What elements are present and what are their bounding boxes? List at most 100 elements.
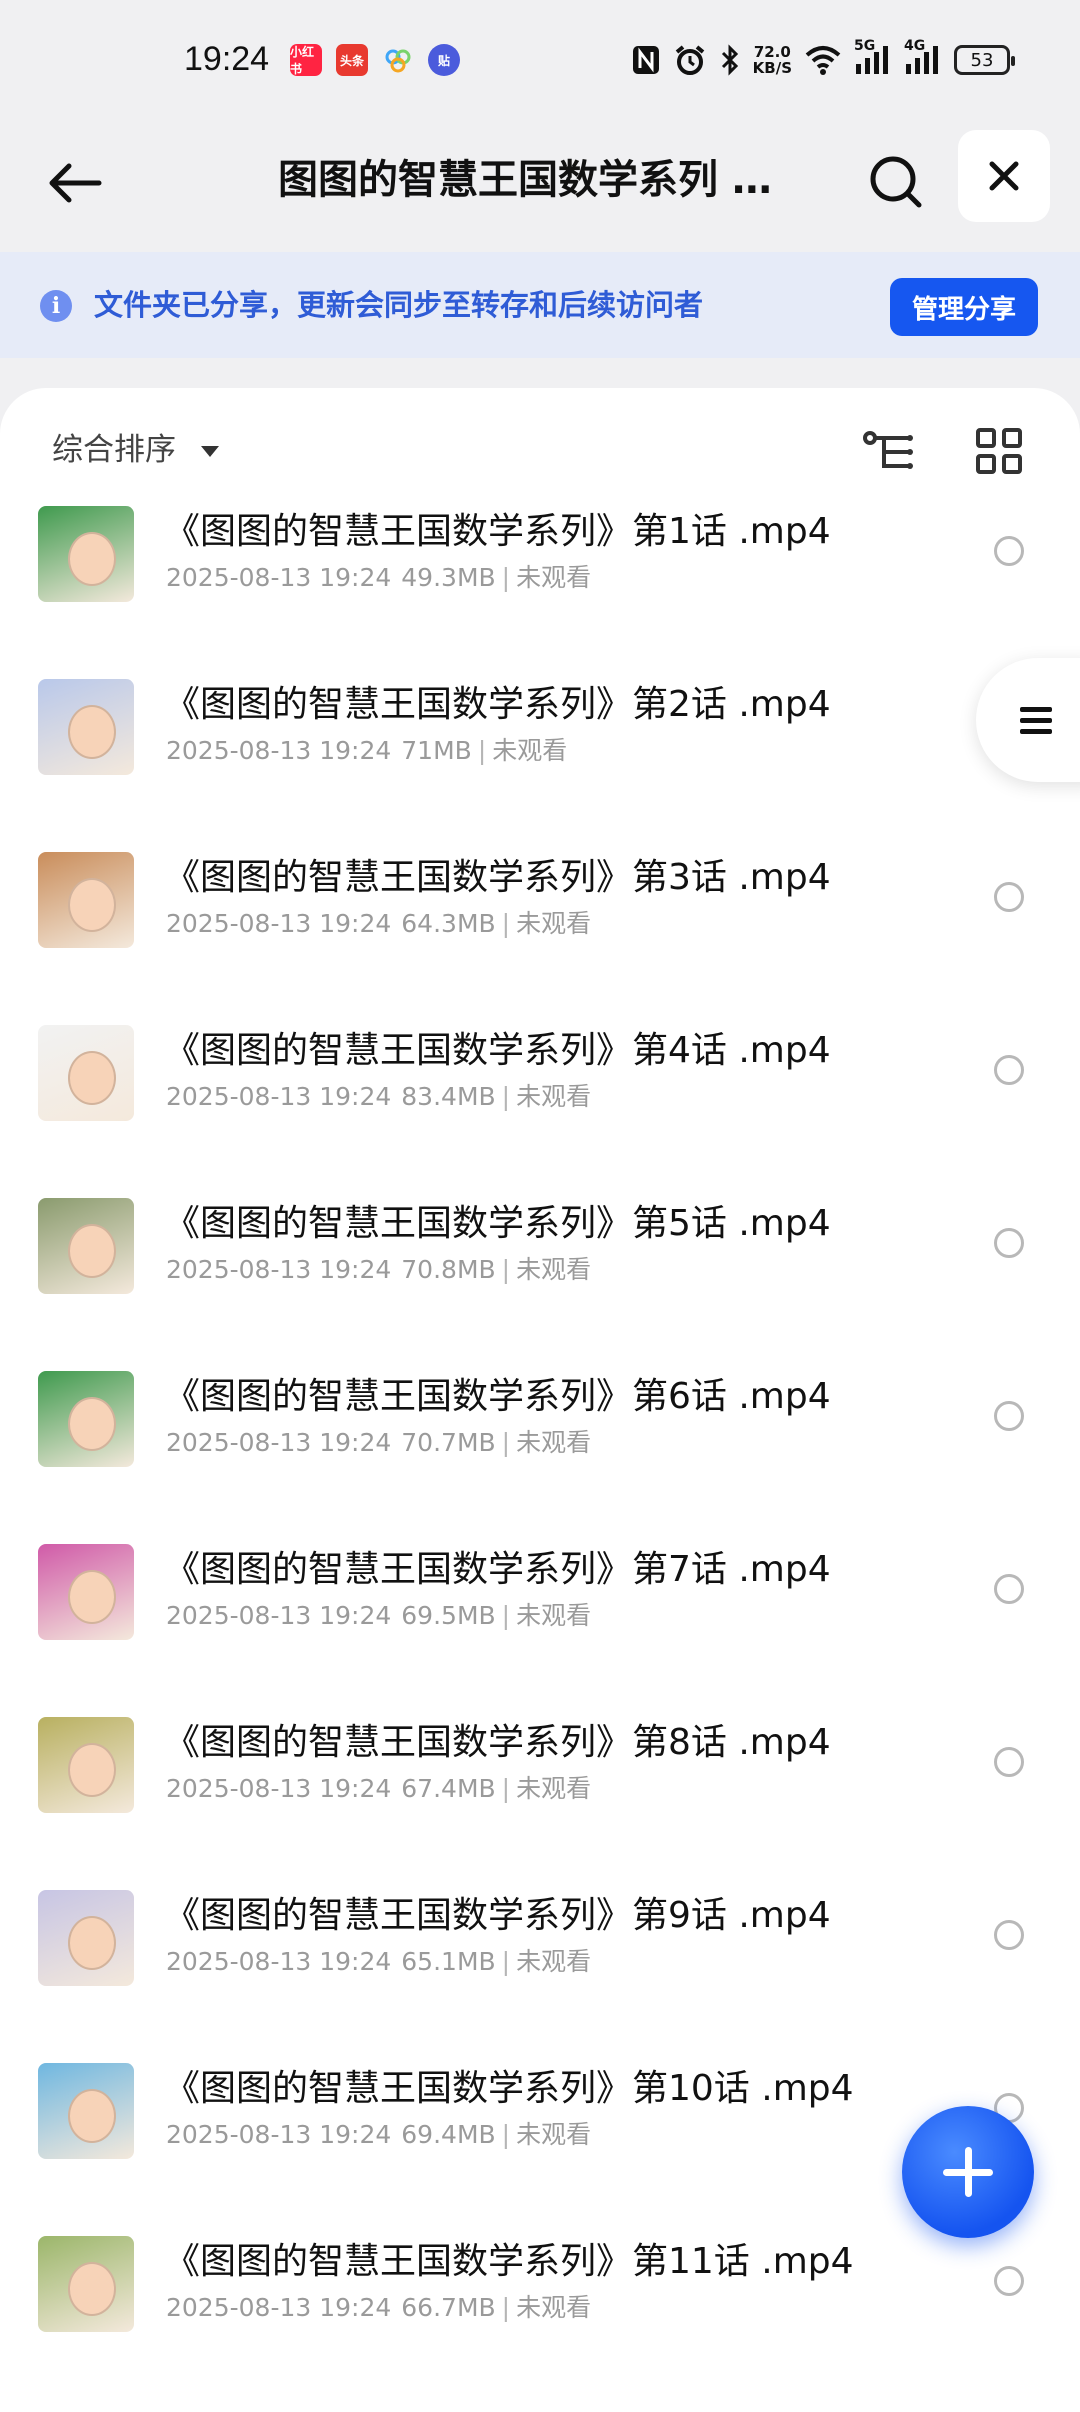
close-button[interactable] — [958, 130, 1050, 222]
file-meta: 2025-08-13 19:24 66.7MB | 未观看 — [166, 2290, 591, 2326]
grid-cell-icon — [1002, 454, 1022, 474]
file-size: 83.4MB — [401, 1082, 496, 1111]
watch-status: 未观看 — [516, 2120, 592, 2149]
network-4g-label: 4G — [904, 38, 926, 54]
watch-status: 未观看 — [516, 1082, 592, 1111]
select-checkbox[interactable] — [994, 882, 1024, 912]
file-meta: 2025-08-13 19:24 69.4MB | 未观看 — [166, 2117, 591, 2153]
file-row[interactable]: 《图图的智慧王国数学系列》第8话 .mp4 2025-08-13 19:24 67.… — [0, 1717, 1080, 1890]
watch-status: 未观看 — [516, 1428, 592, 1457]
network-speed-value: 72.0 — [753, 43, 791, 61]
file-size: 49.3MB — [401, 563, 496, 592]
meta-separator: | — [501, 2293, 511, 2322]
status-time: 19:24 — [184, 40, 270, 78]
select-checkbox[interactable] — [994, 1747, 1024, 1777]
share-banner: i 文件夹已分享，更新会同步至转存和后续访问者 管理分享 — [0, 252, 1080, 358]
file-size: 69.4MB — [401, 2120, 496, 2149]
file-row[interactable]: 《图图的智慧王国数学系列》第5话 .mp4 2025-08-13 19:24 70.… — [0, 1198, 1080, 1371]
file-size: 64.3MB — [401, 909, 496, 938]
file-meta: 2025-08-13 19:24 65.1MB | 未观看 — [166, 1944, 591, 1980]
select-checkbox[interactable] — [994, 1574, 1024, 1604]
file-name: 《图图的智慧王国数学系列》第1话 .mp4 — [164, 511, 831, 552]
network-5g-label: 5G — [854, 38, 876, 54]
file-row[interactable]: 《图图的智慧王国数学系列》第2话 .mp4 2025-08-13 19:24 71M… — [0, 679, 1080, 852]
file-size: 70.7MB — [401, 1428, 496, 1457]
file-row[interactable]: 《图图的智慧王国数学系列》第4话 .mp4 2025-08-13 19:24 83.… — [0, 1025, 1080, 1198]
menu-icon — [1020, 701, 1052, 740]
file-date: 2025-08-13 19:24 — [166, 1774, 392, 1803]
watch-status: 未观看 — [516, 1601, 592, 1630]
search-button[interactable] — [860, 146, 932, 218]
info-icon: i — [40, 290, 72, 322]
file-meta: 2025-08-13 19:24 49.3MB | 未观看 — [166, 560, 591, 596]
meta-separator: | — [501, 2120, 511, 2149]
alarm-icon — [673, 43, 707, 77]
file-size: 66.7MB — [401, 2293, 496, 2322]
video-thumbnail — [38, 506, 134, 602]
list-toolbar: 综合排序 — [0, 388, 1080, 498]
file-date: 2025-08-13 19:24 — [166, 1428, 392, 1457]
xiaohongshu-icon: 小红书 — [290, 44, 322, 76]
network-speed-unit: KB/S — [752, 59, 792, 77]
cartoon-character-image — [68, 532, 116, 586]
file-meta: 2025-08-13 19:24 64.3MB | 未观看 — [166, 906, 591, 942]
folder-tree-button[interactable] — [862, 428, 918, 478]
bluetooth-icon — [719, 43, 741, 77]
file-row[interactable]: 《图图的智慧王国数学系列》第1话 .mp4 2025-08-13 19:24 49.… — [0, 506, 1080, 679]
meta-separator: | — [501, 1601, 511, 1630]
signal-5g-icon: 5G — [854, 38, 892, 76]
file-row[interactable]: 《图图的智慧王国数学系列》第6话 .mp4 2025-08-13 19:24 70.… — [0, 1371, 1080, 1544]
arrow-left-icon — [49, 163, 102, 203]
meta-separator: | — [501, 563, 511, 592]
battery-icon: 53 — [954, 45, 1015, 75]
file-list: 《图图的智慧王国数学系列》第1话 .mp4 2025-08-13 19:24 49.… — [0, 506, 1080, 2409]
file-meta: 2025-08-13 19:24 70.7MB | 未观看 — [166, 1425, 591, 1461]
file-row[interactable]: 《图图的智慧王国数学系列》第9话 .mp4 2025-08-13 19:24 65.… — [0, 1890, 1080, 2063]
caret-down-icon[interactable] — [201, 446, 219, 457]
select-checkbox[interactable] — [994, 2266, 1024, 2296]
file-row[interactable]: 《图图的智慧王国数学系列》第7话 .mp4 2025-08-13 19:24 69.… — [0, 1544, 1080, 1717]
file-name: 《图图的智慧王国数学系列》第7话 .mp4 — [164, 1549, 831, 1590]
meta-separator: | — [501, 909, 511, 938]
watch-status: 未观看 — [516, 563, 592, 592]
grid-view-button[interactable] — [976, 428, 1022, 474]
status-bar: 19:24 小红书 头条 贴 72.0 KB/S 5G 4G 53 — [0, 0, 1080, 120]
select-checkbox[interactable] — [994, 1055, 1024, 1085]
manage-share-button[interactable]: 管理分享 — [890, 278, 1038, 336]
share-banner-message: 文件夹已分享，更新会同步至转存和后续访问者 — [94, 288, 704, 322]
file-name: 《图图的智慧王国数学系列》第2话 .mp4 — [164, 684, 831, 725]
file-name: 《图图的智慧王国数学系列》第4话 .mp4 — [164, 1030, 831, 1071]
cartoon-character-image — [68, 1224, 116, 1278]
file-name: 《图图的智慧王国数学系列》第9话 .mp4 — [164, 1895, 831, 1936]
app-header: 图图的智慧王国数学系列 … — [0, 120, 1080, 252]
signal-4g-icon: 4G — [904, 38, 942, 76]
file-date: 2025-08-13 19:24 — [166, 1601, 392, 1630]
select-checkbox[interactable] — [994, 1920, 1024, 1950]
file-size: 67.4MB — [401, 1774, 496, 1803]
file-row[interactable]: 《图图的智慧王国数学系列》第11话 .mp4 2025-08-13 19:24 66… — [0, 2236, 1080, 2409]
sort-dropdown[interactable]: 综合排序 — [52, 428, 176, 472]
video-thumbnail — [38, 2063, 134, 2159]
grid-cell-icon — [976, 454, 996, 474]
cartoon-character-image — [68, 1051, 116, 1105]
file-size: 70.8MB — [401, 1255, 496, 1284]
file-row[interactable]: 《图图的智慧王国数学系列》第3话 .mp4 2025-08-13 19:24 64.… — [0, 852, 1080, 1025]
file-meta: 2025-08-13 19:24 67.4MB | 未观看 — [166, 1771, 591, 1807]
video-thumbnail — [38, 852, 134, 948]
file-name: 《图图的智慧王国数学系列》第5话 .mp4 — [164, 1203, 831, 1244]
select-checkbox[interactable] — [994, 536, 1024, 566]
file-name: 《图图的智慧王国数学系列》第6话 .mp4 — [164, 1376, 831, 1417]
select-checkbox[interactable] — [994, 1228, 1024, 1258]
cloud-app-icon — [382, 44, 414, 76]
select-checkbox[interactable] — [994, 1401, 1024, 1431]
video-thumbnail — [38, 1890, 134, 1986]
video-thumbnail — [38, 679, 134, 775]
file-meta: 2025-08-13 19:24 71MB | 未观看 — [166, 733, 567, 769]
wifi-icon — [804, 45, 842, 75]
network-speed: 72.0 KB/S — [753, 44, 792, 76]
search-icon — [870, 156, 922, 208]
cartoon-character-image — [68, 705, 116, 759]
back-button[interactable] — [40, 148, 110, 218]
add-button[interactable] — [902, 2106, 1034, 2238]
watch-status: 未观看 — [516, 909, 592, 938]
